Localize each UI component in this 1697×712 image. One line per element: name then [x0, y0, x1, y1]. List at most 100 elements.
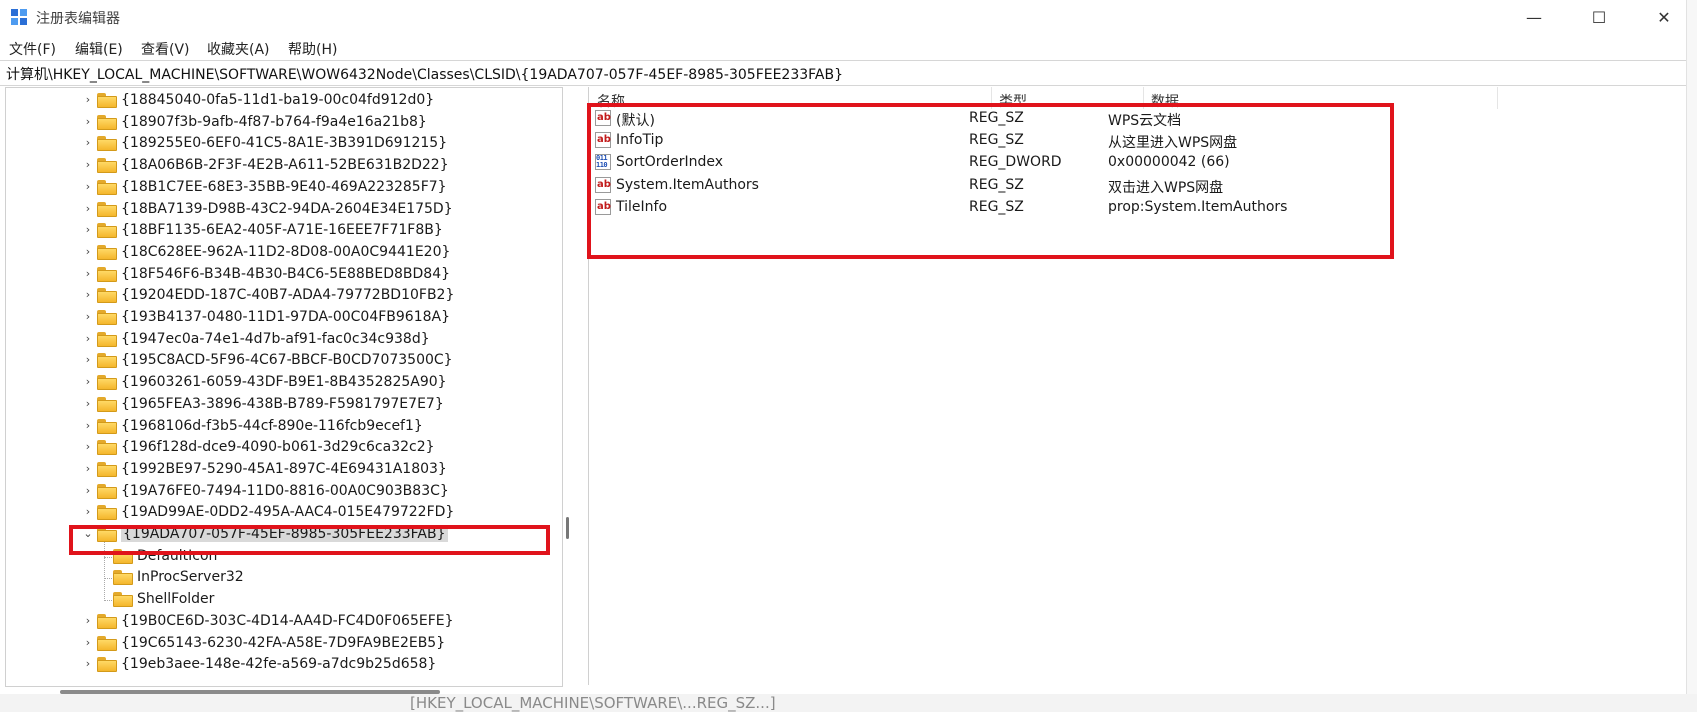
- tree-item-label[interactable]: {1965FEA3-3896-438B-B789-F5981797E7E7}: [121, 396, 444, 412]
- folder-icon: [97, 244, 117, 260]
- tree-item-label[interactable]: {19204EDD-187C-40B7-ADA4-79772BD10FB2}: [121, 287, 454, 303]
- tree-item-label[interactable]: {19eb3aee-148e-42fe-a569-a7dc9b25d658}: [121, 656, 436, 672]
- tree-item-label[interactable]: {18BA7139-D98B-43C2-94DA-2604E34E175D}: [121, 201, 453, 217]
- expand-chevron-icon[interactable]: ›: [82, 93, 94, 107]
- menu-view[interactable]: 查看(V): [141, 39, 190, 59]
- tree-subkey[interactable]: ShellFolder: [6, 589, 562, 610]
- tree-subkey[interactable]: InProcServer32: [6, 567, 562, 588]
- tree-item[interactable]: › {1992BE97-5290-45A1-897C-4E69431A1803}: [6, 459, 562, 480]
- folder-icon: [97, 396, 117, 412]
- tree-item-label[interactable]: {18F546F6-B34B-4B30-B4C6-5E88BED8BD84}: [121, 266, 450, 282]
- tree-item-label[interactable]: {19AD99AE-0DD2-495A-AAC4-015E479722FD}: [121, 504, 454, 520]
- maximize-button[interactable]: ☐: [1570, 0, 1628, 34]
- address-path[interactable]: 计算机\HKEY_LOCAL_MACHINE\SOFTWARE\WOW6432N…: [6, 64, 843, 84]
- expand-chevron-icon[interactable]: ›: [82, 657, 94, 671]
- tree-item[interactable]: › {19eb3aee-148e-42fe-a569-a7dc9b25d658}: [6, 654, 562, 675]
- tree-item-label[interactable]: {1968106d-f3b5-44cf-890e-116fcb9ecef1}: [121, 418, 423, 434]
- tree-item-label[interactable]: {193B4137-0480-11D1-97DA-00C04FB9618A}: [121, 309, 450, 325]
- expand-chevron-icon[interactable]: ›: [82, 202, 94, 216]
- expand-chevron-icon[interactable]: ›: [82, 419, 94, 433]
- tree-item-label[interactable]: {189255E0-6EF0-41C5-8A1E-3B391D691215}: [121, 135, 447, 151]
- folder-icon: [97, 483, 117, 499]
- close-button[interactable]: ✕: [1635, 0, 1693, 34]
- expand-chevron-icon[interactable]: ›: [82, 245, 94, 259]
- menu-edit[interactable]: 编辑(E): [75, 39, 123, 59]
- tree-item[interactable]: › {189255E0-6EF0-41C5-8A1E-3B391D691215}: [6, 133, 562, 154]
- tree-item-label[interactable]: {18A06B6B-2F3F-4E2B-A611-52BE631B2D22}: [121, 157, 449, 173]
- tree-item[interactable]: › {18845040-0fa5-11d1-ba19-00c04fd912d0}: [6, 90, 562, 111]
- tree-item[interactable]: › {1965FEA3-3896-438B-B789-F5981797E7E7}: [6, 394, 562, 415]
- tree-item-label[interactable]: {19603261-6059-43DF-B9E1-8B4352825A90}: [121, 374, 447, 390]
- tree-item-label[interactable]: {196f128d-dce9-4090-b061-3d29c6ca32c2}: [121, 439, 435, 455]
- address-bar[interactable]: 计算机\HKEY_LOCAL_MACHINE\SOFTWARE\WOW6432N…: [0, 60, 1686, 86]
- menu-help[interactable]: 帮助(H): [288, 39, 337, 59]
- tree-item[interactable]: › {19204EDD-187C-40B7-ADA4-79772BD10FB2}: [6, 285, 562, 306]
- tree-item[interactable]: › {18C628EE-962A-11D2-8D08-00A0C9441E20}: [6, 242, 562, 263]
- expand-chevron-icon[interactable]: ›: [82, 310, 94, 324]
- tree-item[interactable]: › {19AD99AE-0DD2-495A-AAC4-015E479722FD}: [6, 502, 562, 523]
- tree-item[interactable]: › {19B0CE6D-303C-4D14-AA4D-FC4D0F065EFE}: [6, 611, 562, 632]
- expand-chevron-icon[interactable]: ›: [82, 614, 94, 628]
- tree-item-label[interactable]: {19A76FE0-7494-11D0-8816-00A0C903B83C}: [121, 483, 449, 499]
- tree-item-label[interactable]: {18845040-0fa5-11d1-ba19-00c04fd912d0}: [121, 92, 434, 108]
- expand-chevron-icon[interactable]: ›: [82, 288, 94, 302]
- tree-item-label[interactable]: {195C8ACD-5F96-4C67-BBCF-B0CD7073500C}: [121, 352, 453, 368]
- expand-chevron-icon[interactable]: ›: [82, 353, 94, 367]
- title-bar[interactable]: 注册表编辑器 — ☐ ✕: [0, 0, 1697, 34]
- tree-item-label[interactable]: ShellFolder: [137, 591, 214, 607]
- expand-chevron-icon[interactable]: ›: [82, 136, 94, 150]
- folder-icon: [97, 613, 117, 629]
- tree-vertical-scrollbar[interactable]: [566, 517, 569, 539]
- menu-favorites[interactable]: 收藏夹(A): [207, 39, 270, 59]
- tree-item-label[interactable]: {18B1C7EE-68E3-35BB-9E40-469A223285F7}: [121, 179, 447, 195]
- folder-icon: [97, 201, 117, 217]
- tree-item[interactable]: › {196f128d-dce9-4090-b061-3d29c6ca32c2}: [6, 437, 562, 458]
- expand-chevron-icon[interactable]: ›: [82, 223, 94, 237]
- tree-item[interactable]: › {18907f3b-9afb-4f87-b764-f9a4e16a21b8}: [6, 112, 562, 133]
- tree-item-label[interactable]: {18BF1135-6EA2-405F-A71E-16EEE7F71F8B}: [121, 222, 443, 238]
- expand-chevron-icon[interactable]: ›: [82, 115, 94, 129]
- tree-item-label[interactable]: {19B0CE6D-303C-4D14-AA4D-FC4D0F065EFE}: [121, 613, 454, 629]
- tree-item[interactable]: › {18B1C7EE-68E3-35BB-9E40-469A223285F7}: [6, 177, 562, 198]
- tree-item-label[interactable]: {18907f3b-9afb-4f87-b764-f9a4e16a21b8}: [121, 114, 427, 130]
- tree-item[interactable]: › {1968106d-f3b5-44cf-890e-116fcb9ecef1}: [6, 416, 562, 437]
- folder-icon: [97, 353, 117, 369]
- folder-icon: [97, 418, 117, 434]
- expand-chevron-icon[interactable]: ›: [82, 484, 94, 498]
- tree-connector-line: [104, 600, 112, 602]
- expand-chevron-icon[interactable]: ›: [82, 397, 94, 411]
- tree-item[interactable]: › {193B4137-0480-11D1-97DA-00C04FB9618A}: [6, 307, 562, 328]
- folder-icon: [97, 505, 117, 521]
- tree-item[interactable]: › {19A76FE0-7494-11D0-8816-00A0C903B83C}: [6, 481, 562, 502]
- window-title: 注册表编辑器: [36, 11, 120, 27]
- minimize-button[interactable]: —: [1505, 0, 1563, 34]
- tree-item[interactable]: › {1947ec0a-74e1-4d7b-af91-fac0c34c938d}: [6, 329, 562, 350]
- values-highlight-box: [587, 103, 1394, 259]
- menu-file[interactable]: 文件(F): [9, 39, 56, 59]
- tree-item[interactable]: › {18BF1135-6EA2-405F-A71E-16EEE7F71F8B}: [6, 220, 562, 241]
- tree-item[interactable]: › {19C65143-6230-42FA-A58E-7D9FA9BE2EB5}: [6, 633, 562, 654]
- tree-item-label[interactable]: {18C628EE-962A-11D2-8D08-00A0C9441E20}: [121, 244, 450, 260]
- expand-chevron-icon[interactable]: ›: [82, 180, 94, 194]
- expand-chevron-icon[interactable]: ›: [82, 462, 94, 476]
- expand-chevron-icon[interactable]: ›: [82, 440, 94, 454]
- tree-item[interactable]: › {195C8ACD-5F96-4C67-BBCF-B0CD7073500C}: [6, 350, 562, 371]
- tree-item[interactable]: › {18A06B6B-2F3F-4E2B-A611-52BE631B2D22}: [6, 155, 562, 176]
- maximize-icon: ☐: [1591, 7, 1607, 27]
- expand-chevron-icon[interactable]: ›: [82, 267, 94, 281]
- tree-item[interactable]: › {18BA7139-D98B-43C2-94DA-2604E34E175D}: [6, 199, 562, 220]
- expand-chevron-icon[interactable]: ›: [82, 636, 94, 650]
- expand-chevron-icon[interactable]: ›: [82, 158, 94, 172]
- tree-item-label[interactable]: InProcServer32: [137, 569, 244, 585]
- tree-item[interactable]: › {19603261-6059-43DF-B9E1-8B4352825A90}: [6, 372, 562, 393]
- key-tree-pane[interactable]: › {18845040-0fa5-11d1-ba19-00c04fd912d0} ›…: [5, 87, 563, 687]
- tree-item[interactable]: › {18F546F6-B34B-4B30-B4C6-5E88BED8BD84}: [6, 264, 562, 285]
- expand-chevron-icon[interactable]: ›: [82, 375, 94, 389]
- column-divider[interactable]: [1497, 87, 1498, 109]
- expand-chevron-icon[interactable]: ›: [82, 332, 94, 346]
- folder-icon: [97, 440, 117, 456]
- tree-item-label[interactable]: {19C65143-6230-42FA-A58E-7D9FA9BE2EB5}: [121, 635, 445, 651]
- tree-item-label[interactable]: {1947ec0a-74e1-4d7b-af91-fac0c34c938d}: [121, 331, 430, 347]
- tree-item-label[interactable]: {1992BE97-5290-45A1-897C-4E69431A1803}: [121, 461, 447, 477]
- expand-chevron-icon[interactable]: ›: [82, 505, 94, 519]
